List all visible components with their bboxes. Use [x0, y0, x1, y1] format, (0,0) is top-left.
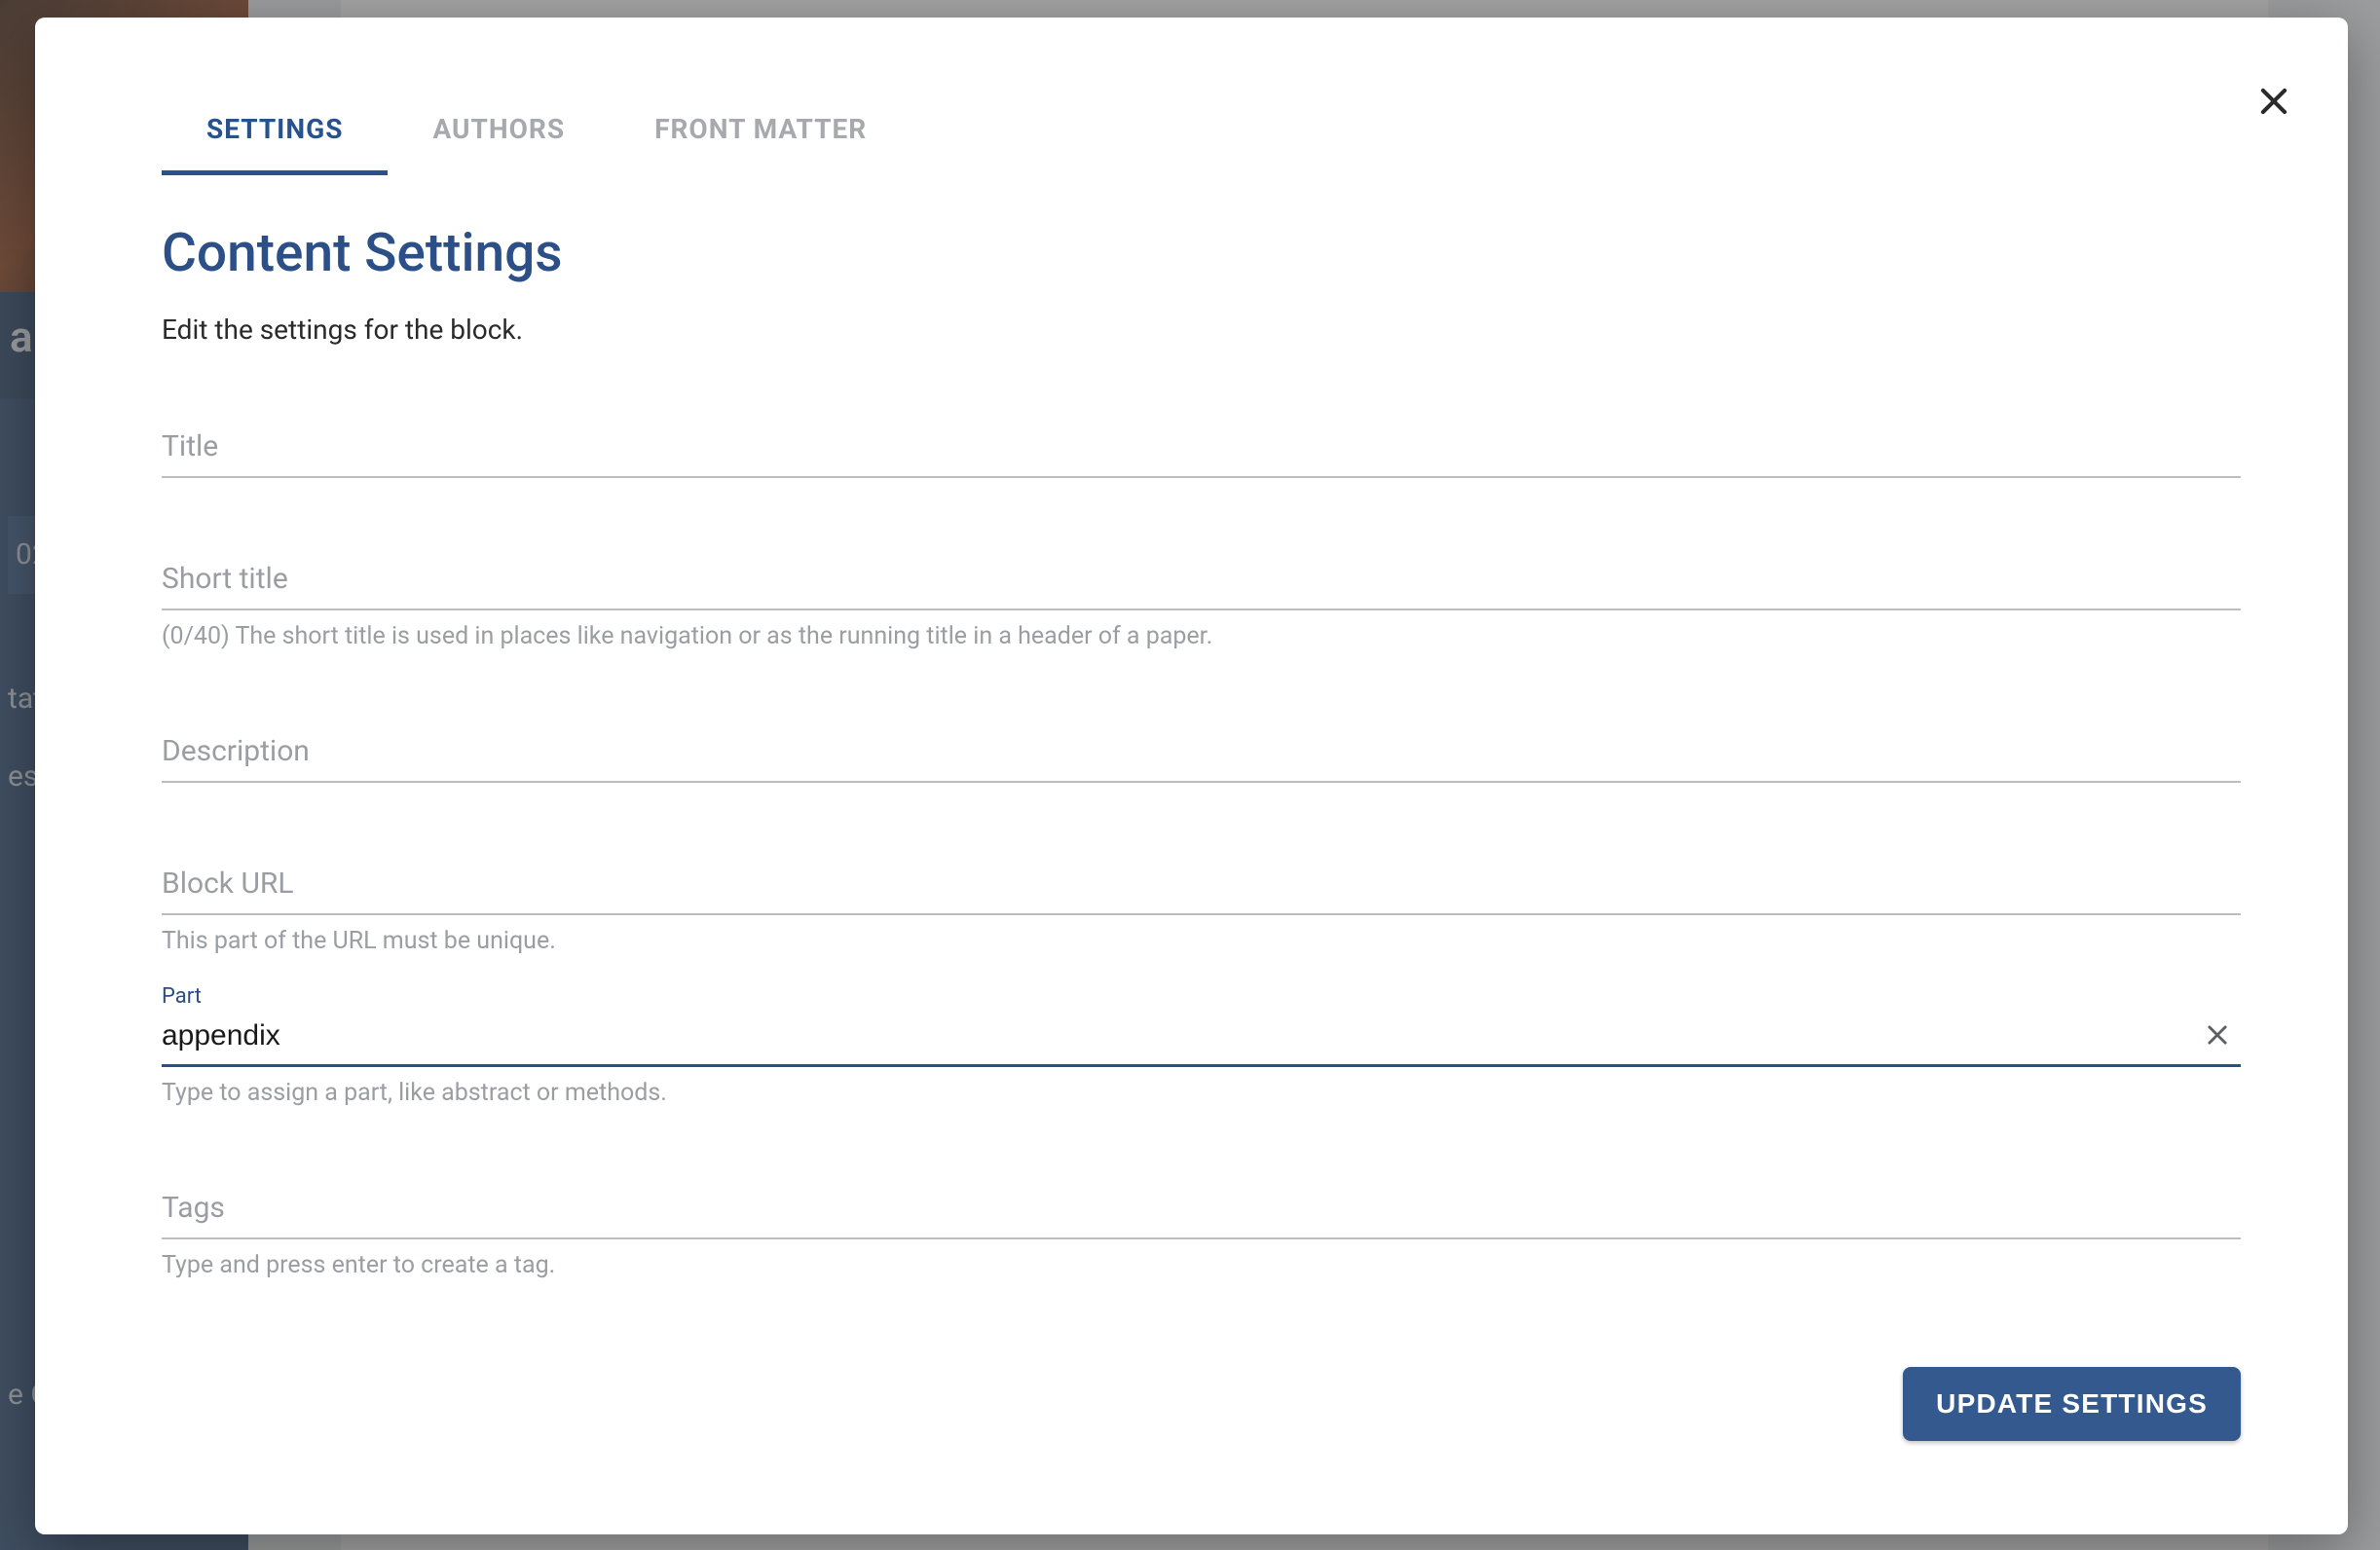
field-title: Title — [162, 422, 2241, 478]
dialog-body: Content Settings Edit the settings for t… — [162, 183, 2280, 1495]
block-url-input[interactable] — [162, 859, 2241, 915]
field-description: Description — [162, 726, 2241, 783]
field-short-title: Short title (0/40) The short title is us… — [162, 554, 2241, 650]
tab-settings[interactable]: SETTINGS — [162, 95, 388, 175]
panel-subtitle: Edit the settings for the block. — [162, 314, 2241, 346]
close-button[interactable] — [2249, 76, 2299, 127]
part-clear-button[interactable] — [2198, 1015, 2237, 1054]
short-title-helper: (0/40) The short title is used in places… — [162, 622, 2241, 650]
short-title-input[interactable] — [162, 554, 2241, 610]
part-helper: Type to assign a part, like abstract or … — [162, 1079, 2241, 1107]
dialog-tabs: SETTINGS AUTHORS FRONT MATTER — [162, 95, 2348, 175]
close-icon — [2255, 83, 2292, 120]
tags-input[interactable] — [162, 1183, 2241, 1239]
tab-authors[interactable]: AUTHORS — [388, 95, 610, 175]
panel-title: Content Settings — [162, 222, 2241, 284]
field-tags: Tags Type and press enter to create a ta… — [162, 1183, 2241, 1279]
tags-helper: Type and press enter to create a tag. — [162, 1251, 2241, 1279]
field-part: Part Type to assign a part, like abstrac… — [162, 1010, 2241, 1107]
content-settings-dialog: SETTINGS AUTHORS FRONT MATTER Content Se… — [35, 18, 2348, 1534]
title-input[interactable] — [162, 422, 2241, 478]
clear-icon — [2204, 1021, 2231, 1049]
update-settings-button[interactable]: UPDATE SETTINGS — [1903, 1367, 2241, 1441]
part-label: Part — [162, 984, 202, 1009]
part-input[interactable] — [162, 1010, 2241, 1067]
action-row: UPDATE SETTINGS — [162, 1367, 2241, 1441]
description-input[interactable] — [162, 726, 2241, 783]
block-url-helper: This part of the URL must be unique. — [162, 927, 2241, 955]
field-block-url: Block URL This part of the URL must be u… — [162, 859, 2241, 955]
tab-front-matter[interactable]: FRONT MATTER — [610, 95, 911, 175]
